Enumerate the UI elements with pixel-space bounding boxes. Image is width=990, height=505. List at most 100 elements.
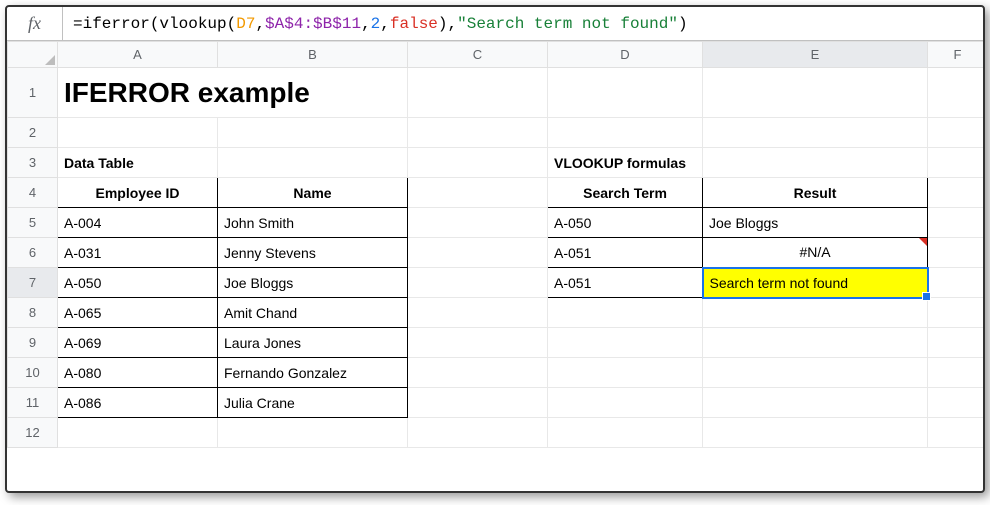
row-header-5[interactable]: 5: [8, 208, 58, 238]
column-header-a[interactable]: A: [58, 42, 218, 68]
table-row[interactable]: Julia Crane: [218, 388, 408, 418]
cell[interactable]: [408, 208, 548, 238]
fx-icon[interactable]: fx: [7, 7, 63, 40]
table-row[interactable]: A-069: [58, 328, 218, 358]
cell[interactable]: [548, 358, 703, 388]
cell[interactable]: [408, 238, 548, 268]
cell[interactable]: [928, 68, 986, 118]
row-header-2[interactable]: 2: [8, 118, 58, 148]
row-header-7[interactable]: 7: [8, 268, 58, 298]
cell[interactable]: [928, 238, 986, 268]
row-header-6[interactable]: 6: [8, 238, 58, 268]
spreadsheet-grid[interactable]: A B C D E F 1 IFERROR example 2 3: [7, 41, 985, 448]
cell[interactable]: [408, 178, 548, 208]
cell[interactable]: [703, 118, 928, 148]
table-row[interactable]: Fernando Gonzalez: [218, 358, 408, 388]
row-header-1[interactable]: 1: [8, 68, 58, 118]
cell[interactable]: [928, 178, 986, 208]
cell[interactable]: [218, 148, 408, 178]
cell[interactable]: [408, 328, 548, 358]
table-row[interactable]: A-080: [58, 358, 218, 388]
cell[interactable]: [408, 358, 548, 388]
table-row[interactable]: A-086: [58, 388, 218, 418]
row-header-9[interactable]: 9: [8, 328, 58, 358]
cell[interactable]: [928, 358, 986, 388]
column-header-f[interactable]: F: [928, 42, 986, 68]
cell[interactable]: [928, 418, 986, 448]
table-row[interactable]: A-051: [548, 268, 703, 298]
cell[interactable]: [548, 118, 703, 148]
column-header-b[interactable]: B: [218, 42, 408, 68]
formula-bool: false: [390, 15, 438, 33]
header-employee-id[interactable]: Employee ID: [58, 178, 218, 208]
cell[interactable]: [548, 388, 703, 418]
cell[interactable]: [548, 68, 703, 118]
cell[interactable]: [548, 298, 703, 328]
table-row[interactable]: Joe Bloggs: [218, 268, 408, 298]
cell[interactable]: [928, 268, 986, 298]
column-header-e[interactable]: E: [703, 42, 928, 68]
formula-input[interactable]: =iferror(vlookup(D7,$A$4:$B$11,2,false),…: [63, 9, 983, 39]
cell[interactable]: [928, 118, 986, 148]
header-name[interactable]: Name: [218, 178, 408, 208]
row-header-12[interactable]: 12: [8, 418, 58, 448]
cell[interactable]: [928, 298, 986, 328]
cell[interactable]: [928, 328, 986, 358]
table-row[interactable]: A-004: [58, 208, 218, 238]
table-row[interactable]: A-050: [58, 268, 218, 298]
cell[interactable]: [58, 418, 218, 448]
cell[interactable]: [928, 148, 986, 178]
cell[interactable]: [408, 418, 548, 448]
table-row[interactable]: Amit Chand: [218, 298, 408, 328]
cell[interactable]: [703, 148, 928, 178]
cell[interactable]: [703, 418, 928, 448]
formula-ref-d7: D7: [236, 15, 255, 33]
table-row[interactable]: A-031: [58, 238, 218, 268]
row-header-4[interactable]: 4: [8, 178, 58, 208]
cell[interactable]: [703, 358, 928, 388]
table-row[interactable]: A-050: [548, 208, 703, 238]
cell[interactable]: [703, 68, 928, 118]
select-all-corner[interactable]: [8, 42, 58, 68]
page-title[interactable]: IFERROR example: [58, 68, 408, 118]
error-cell[interactable]: #N/A: [703, 238, 928, 268]
cell[interactable]: [218, 418, 408, 448]
cell[interactable]: [408, 388, 548, 418]
table-row[interactable]: Jenny Stevens: [218, 238, 408, 268]
table-row[interactable]: A-051: [548, 238, 703, 268]
cell[interactable]: [408, 118, 548, 148]
cell[interactable]: [218, 118, 408, 148]
cell[interactable]: [548, 418, 703, 448]
header-search-term[interactable]: Search Term: [548, 178, 703, 208]
formula-num: 2: [371, 15, 381, 33]
header-result[interactable]: Result: [703, 178, 928, 208]
cell[interactable]: [408, 298, 548, 328]
row-header-3[interactable]: 3: [8, 148, 58, 178]
formula-string: "Search term not found": [457, 15, 678, 33]
row-header-11[interactable]: 11: [8, 388, 58, 418]
table-row[interactable]: Joe Bloggs: [703, 208, 928, 238]
cell[interactable]: [408, 148, 548, 178]
table-row[interactable]: John Smith: [218, 208, 408, 238]
formula-ref-range: $A$4:$B$11: [265, 15, 361, 33]
column-header-c[interactable]: C: [408, 42, 548, 68]
selected-cell[interactable]: Search term not found: [703, 268, 928, 298]
cell[interactable]: [408, 68, 548, 118]
cell[interactable]: [408, 268, 548, 298]
column-header-d[interactable]: D: [548, 42, 703, 68]
row-header-10[interactable]: 10: [8, 358, 58, 388]
cell[interactable]: [703, 388, 928, 418]
row-header-8[interactable]: 8: [8, 298, 58, 328]
vlookup-formulas-label[interactable]: VLOOKUP formulas: [548, 148, 703, 178]
formula-bar[interactable]: fx =iferror(vlookup(D7,$A$4:$B$11,2,fals…: [7, 7, 983, 41]
data-table-label[interactable]: Data Table: [58, 148, 218, 178]
table-row[interactable]: A-065: [58, 298, 218, 328]
cell[interactable]: [928, 208, 986, 238]
cell[interactable]: [548, 328, 703, 358]
cell[interactable]: [703, 298, 928, 328]
formula-text: =iferror(vlookup(: [73, 15, 236, 33]
table-row[interactable]: Laura Jones: [218, 328, 408, 358]
cell[interactable]: [928, 388, 986, 418]
cell[interactable]: [58, 118, 218, 148]
cell[interactable]: [703, 328, 928, 358]
